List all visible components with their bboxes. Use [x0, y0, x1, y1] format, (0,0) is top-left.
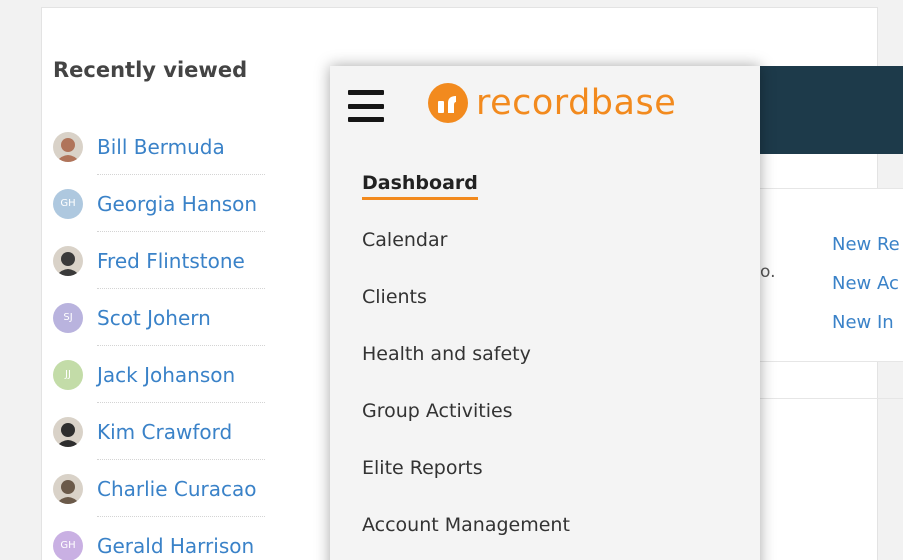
nav-item-health-and-safety[interactable]: Health and safety — [362, 329, 570, 386]
recently-viewed-title: Recently viewed — [53, 58, 248, 82]
new-record-link[interactable]: New Re — [832, 232, 900, 271]
contact-link[interactable]: Kim Crawford — [97, 420, 232, 444]
nav-item-label: Elite Reports — [362, 457, 483, 479]
list-item[interactable]: SJ Scot Johern — [53, 289, 273, 346]
avatar — [53, 416, 83, 447]
avatar — [53, 245, 83, 276]
recently-viewed-list: Bill Bermuda GH Georgia Hanson Fred Flin… — [53, 118, 273, 560]
nav-item-account-management[interactable]: Account Management — [362, 500, 570, 557]
nav-item-group-activities[interactable]: Group Activities — [362, 386, 570, 443]
hamburger-icon[interactable] — [348, 90, 384, 122]
panel-text-fragment: o. — [760, 262, 776, 282]
logo-text: recordbase — [476, 83, 677, 123]
quick-actions: New Re New Ac New In — [832, 232, 900, 349]
list-item[interactable]: Charlie Curacao — [53, 460, 273, 517]
avatar: GH — [53, 530, 83, 560]
top-header-bar — [760, 66, 903, 154]
avatar — [53, 131, 83, 162]
list-item[interactable]: Kim Crawford — [53, 403, 273, 460]
nav-item-dashboard[interactable]: Dashboard — [362, 158, 570, 215]
nav-drawer: recordbase Dashboard Calendar Clients He… — [330, 66, 760, 560]
list-item[interactable]: GH Gerald Harrison — [53, 517, 273, 560]
new-incident-link[interactable]: New In — [832, 310, 900, 349]
contact-link[interactable]: Jack Johanson — [97, 363, 235, 387]
avatar: GH — [53, 188, 83, 219]
nav-item-label: Dashboard — [362, 158, 478, 200]
contact-link[interactable]: Georgia Hanson — [97, 192, 257, 216]
contact-link[interactable]: Charlie Curacao — [97, 477, 257, 501]
nav-item-label: Clients — [362, 286, 427, 308]
avatar — [53, 473, 83, 504]
nav-item-label: Account Management — [362, 514, 570, 536]
list-item[interactable]: Bill Bermuda — [53, 118, 273, 175]
nav-item-label: Calendar — [362, 229, 448, 251]
divider — [760, 398, 903, 399]
avatar: JJ — [53, 359, 83, 390]
contact-link[interactable]: Bill Bermuda — [97, 135, 225, 159]
avatar: SJ — [53, 302, 83, 333]
nav-item-elite-reports[interactable]: Elite Reports — [362, 443, 570, 500]
new-activity-link[interactable]: New Ac — [832, 271, 900, 310]
main-nav: Dashboard Calendar Clients Health and sa… — [362, 158, 570, 557]
recordbase-logo[interactable]: recordbase — [428, 83, 676, 123]
logo-mark-icon — [428, 83, 468, 123]
contact-link[interactable]: Gerald Harrison — [97, 534, 254, 558]
contact-link[interactable]: Scot Johern — [97, 306, 211, 330]
list-item[interactable]: JJ Jack Johanson — [53, 346, 273, 403]
nav-item-label: Group Activities — [362, 400, 513, 422]
contact-link[interactable]: Fred Flintstone — [97, 249, 245, 273]
list-item[interactable]: GH Georgia Hanson — [53, 175, 273, 232]
nav-item-clients[interactable]: Clients — [362, 272, 570, 329]
nav-item-calendar[interactable]: Calendar — [362, 215, 570, 272]
list-item[interactable]: Fred Flintstone — [53, 232, 273, 289]
nav-item-label: Health and safety — [362, 343, 531, 365]
